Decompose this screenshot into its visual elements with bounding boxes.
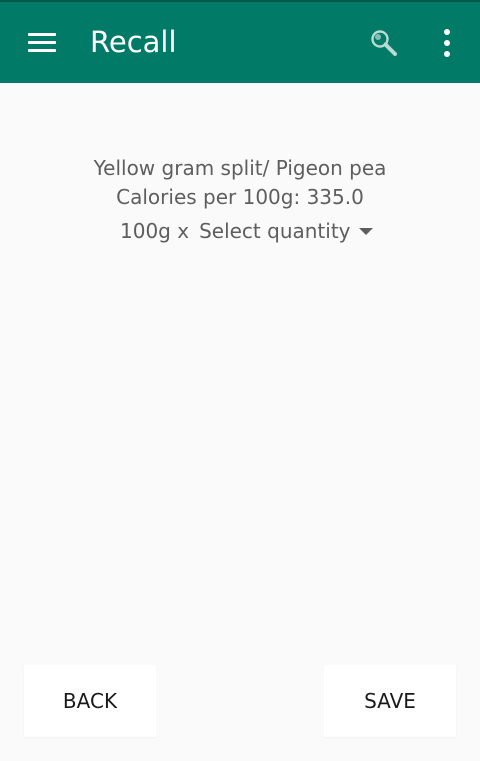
toolbar-title: Recall (90, 25, 177, 59)
calories-label: Calories per 100g: 335.0 (116, 185, 364, 209)
food-name-label: Yellow gram split/ Pigeon pea (93, 156, 387, 180)
quantity-spinner-value: Select quantity (199, 219, 351, 243)
app-screen: Recall Yellow gram split/ Pigeon pea Cal… (0, 0, 480, 761)
save-button[interactable]: SAVE (324, 665, 456, 737)
quantity-row: 100g x Select quantity (120, 217, 373, 245)
quantity-spinner[interactable]: Select quantity (199, 219, 373, 243)
quantity-prefix: 100g x (120, 219, 190, 243)
hamburger-menu-icon[interactable] (26, 30, 58, 56)
back-button[interactable]: BACK (24, 665, 156, 737)
dropdown-caret-icon (358, 227, 373, 235)
app-toolbar: Recall (0, 0, 480, 83)
more-vertical-icon[interactable] (436, 29, 458, 57)
search-icon[interactable] (369, 28, 399, 58)
